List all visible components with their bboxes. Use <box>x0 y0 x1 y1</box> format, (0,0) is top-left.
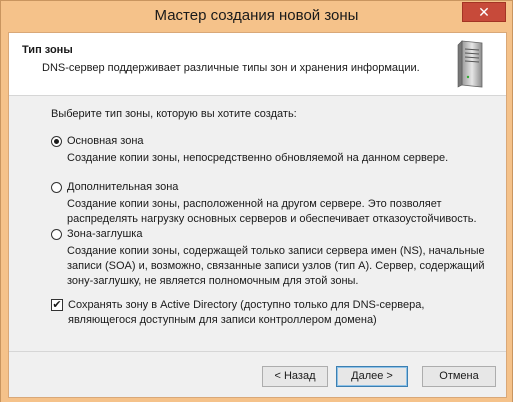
page-title: Тип зоны <box>22 44 73 56</box>
background-strip <box>0 402 513 406</box>
title-bar[interactable]: Мастер создания новой зоны ✕ <box>1 1 512 31</box>
wizard-header: Тип зоны DNS-сервер поддерживает различн… <box>9 33 506 96</box>
zone-type-prompt: Выберите тип зоны, которую вы хотите соз… <box>51 108 297 120</box>
wizard-window: Мастер создания новой зоны ✕ Тип зоны DN… <box>0 0 513 404</box>
dialog-client-area: Тип зоны DNS-сервер поддерживает различн… <box>8 32 507 398</box>
back-button[interactable]: < Назад <box>262 366 328 387</box>
stub-zone-description: Создание копии зоны, содержащей только з… <box>67 245 485 287</box>
secondary-zone-description: Создание копии зоны, расположенной на др… <box>67 198 477 225</box>
stub-zone-label[interactable]: Зона-заглушка <box>67 228 142 240</box>
footer-divider <box>9 351 506 352</box>
secondary-zone-label[interactable]: Дополнительная зона <box>67 181 178 193</box>
ad-storage-label[interactable]: Сохранять зону в Active Directory (досту… <box>68 298 468 328</box>
close-icon: ✕ <box>478 4 490 20</box>
close-button[interactable]: ✕ <box>462 2 506 22</box>
radio-secondary-zone[interactable] <box>51 182 62 193</box>
page-description: DNS-сервер поддерживает различные типы з… <box>42 62 420 74</box>
back-button-label: < Назад <box>274 370 316 382</box>
window-title: Мастер создания новой зоны <box>154 7 359 24</box>
primary-zone-description: Создание копии зоны, непосредственно обн… <box>67 152 449 164</box>
radio-stub-zone[interactable] <box>51 229 62 240</box>
cancel-button[interactable]: Отмена <box>422 366 496 387</box>
next-button-label: Далее > <box>351 370 393 382</box>
server-icon <box>457 40 483 88</box>
radio-primary-zone[interactable] <box>51 136 62 147</box>
next-button[interactable]: Далее > <box>336 366 408 387</box>
primary-zone-label[interactable]: Основная зона <box>67 135 144 147</box>
cancel-button-label: Отмена <box>439 370 479 382</box>
ad-storage-checkbox[interactable]: ✔ <box>51 299 63 311</box>
zone-type-content: Выберите тип зоны, которую вы хотите соз… <box>9 96 506 351</box>
